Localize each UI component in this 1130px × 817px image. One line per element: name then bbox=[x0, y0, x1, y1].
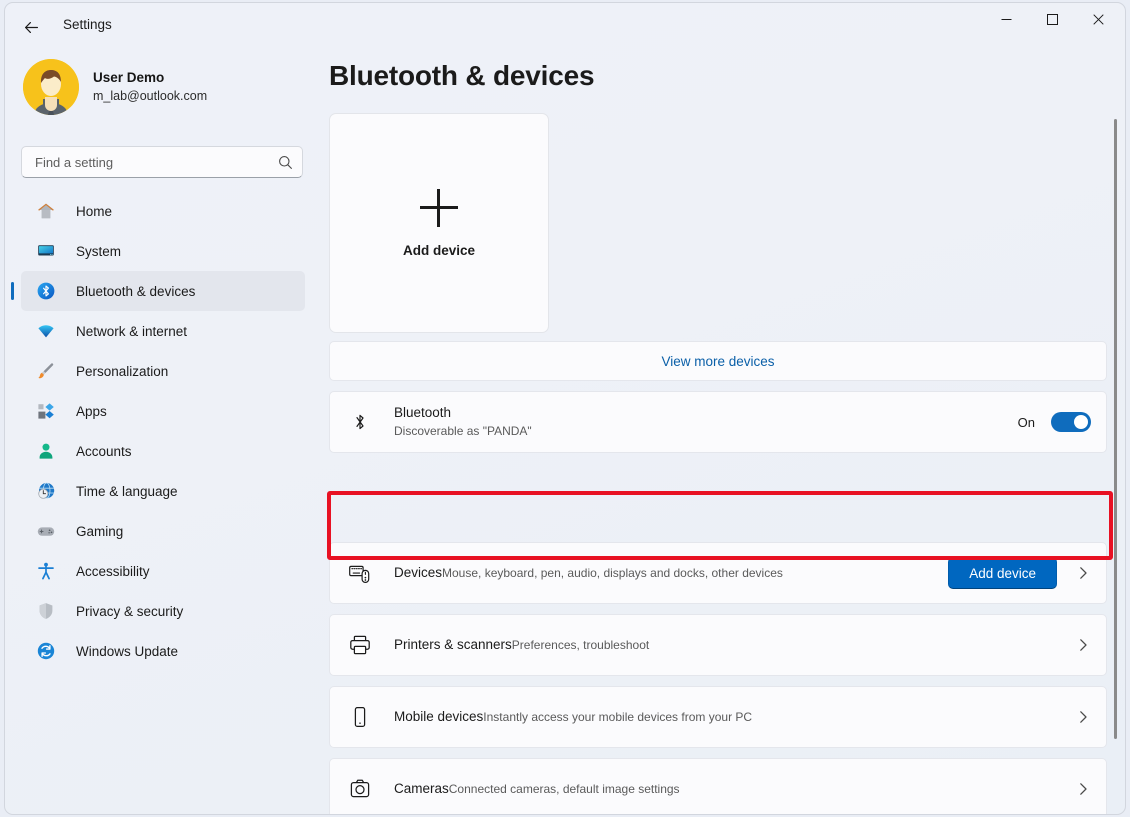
search-box[interactable] bbox=[21, 146, 303, 178]
sidebar-item-label: Personalization bbox=[76, 364, 168, 379]
row-actions bbox=[1073, 709, 1091, 725]
printer-icon bbox=[348, 633, 372, 657]
row-devices[interactable]: DevicesMouse, keyboard, pen, audio, disp… bbox=[329, 542, 1107, 604]
row-actions bbox=[1073, 637, 1091, 653]
view-more-devices-label: View more devices bbox=[661, 354, 774, 369]
bluetooth-row-subtitle: Discoverable as "PANDA" bbox=[394, 423, 1018, 440]
profile-email: m_lab@outlook.com bbox=[93, 87, 207, 105]
account-icon bbox=[36, 441, 56, 461]
sidebar-item-label: Gaming bbox=[76, 524, 123, 539]
back-button[interactable] bbox=[13, 11, 49, 43]
row-subtitle: Connected cameras, default image setting… bbox=[449, 782, 680, 796]
bluetooth-toggle[interactable] bbox=[1051, 412, 1091, 432]
sidebar-item-windows-update[interactable]: Windows Update bbox=[21, 631, 305, 671]
sidebar-item-label: Apps bbox=[76, 404, 107, 419]
row-title: Printers & scanners bbox=[394, 637, 512, 652]
sidebar-item-label: System bbox=[76, 244, 121, 259]
wifi-icon bbox=[36, 321, 56, 341]
minimize-icon bbox=[1001, 14, 1012, 25]
keyboard-mouse-icon bbox=[348, 561, 372, 585]
profile-name: User Demo bbox=[93, 69, 207, 87]
sidebar-item-label: Accessibility bbox=[76, 564, 150, 579]
sidebar-item-label: Accounts bbox=[76, 444, 132, 459]
main-scrollbar[interactable] bbox=[1109, 51, 1123, 812]
home-icon bbox=[36, 201, 56, 221]
page-title: Bluetooth & devices bbox=[329, 60, 594, 92]
maximize-button[interactable] bbox=[1029, 3, 1075, 35]
accessibility-icon bbox=[36, 561, 56, 581]
bluetooth-toggle-state: On bbox=[1018, 415, 1035, 430]
row-title: Devices bbox=[394, 565, 442, 580]
apps-icon bbox=[36, 401, 56, 421]
phone-icon bbox=[348, 705, 372, 729]
row-title: Cameras bbox=[394, 781, 449, 796]
paintbrush-icon bbox=[36, 361, 56, 381]
row-mobile-devices[interactable]: Mobile devicesInstantly access your mobi… bbox=[329, 686, 1107, 748]
sidebar-item-label: Bluetooth & devices bbox=[76, 284, 195, 299]
row-actions: Add device bbox=[948, 557, 1091, 589]
chevron-right-icon bbox=[1075, 781, 1091, 797]
bluetooth-icon bbox=[36, 281, 56, 301]
plus-icon bbox=[420, 189, 458, 227]
bluetooth-row[interactable]: Bluetooth Discoverable as "PANDA" On bbox=[329, 391, 1107, 453]
shield-icon bbox=[36, 601, 56, 621]
bluetooth-icon bbox=[348, 410, 372, 434]
avatar bbox=[23, 59, 79, 115]
add-device-card[interactable]: Add device bbox=[329, 113, 549, 333]
add-device-card-label: Add device bbox=[403, 243, 475, 258]
sidebar-item-apps[interactable]: Apps bbox=[21, 391, 305, 431]
sidebar-item-label: Privacy & security bbox=[76, 604, 183, 619]
search-input[interactable] bbox=[35, 155, 278, 170]
sidebar-item-label: Time & language bbox=[76, 484, 178, 499]
sidebar: User Demo m_lab@outlook.com Home System Bl… bbox=[5, 51, 321, 814]
update-icon bbox=[36, 641, 56, 661]
avatar-person-icon bbox=[23, 59, 79, 115]
sidebar-item-network-internet[interactable]: Network & internet bbox=[21, 311, 305, 351]
close-button[interactable] bbox=[1075, 3, 1121, 35]
sidebar-item-accounts[interactable]: Accounts bbox=[21, 431, 305, 471]
maximize-icon bbox=[1047, 14, 1058, 25]
row-subtitle: Preferences, troubleshoot bbox=[512, 638, 649, 652]
title-bar: Settings bbox=[5, 3, 1125, 51]
sidebar-nav: Home System Bluetooth & devices Network & i… bbox=[21, 191, 305, 671]
sidebar-item-personalization[interactable]: Personalization bbox=[21, 351, 305, 391]
sidebar-item-system[interactable]: System bbox=[21, 231, 305, 271]
sidebar-item-accessibility[interactable]: Accessibility bbox=[21, 551, 305, 591]
sidebar-item-privacy-security[interactable]: Privacy & security bbox=[21, 591, 305, 631]
chevron-right-icon bbox=[1075, 709, 1091, 725]
bluetooth-row-title: Bluetooth bbox=[394, 404, 1018, 422]
close-icon bbox=[1093, 14, 1104, 25]
sidebar-item-bluetooth-devices[interactable]: Bluetooth & devices bbox=[21, 271, 305, 311]
profile-block[interactable]: User Demo m_lab@outlook.com bbox=[23, 59, 207, 115]
chevron-right-icon bbox=[1075, 637, 1091, 653]
sidebar-item-home[interactable]: Home bbox=[21, 191, 305, 231]
sidebar-item-label: Home bbox=[76, 204, 112, 219]
chevron-right-icon bbox=[1075, 565, 1091, 581]
view-more-devices-link[interactable]: View more devices bbox=[329, 341, 1107, 381]
scrollbar-thumb[interactable] bbox=[1114, 119, 1117, 739]
sidebar-item-label: Network & internet bbox=[76, 324, 187, 339]
camera-icon bbox=[348, 777, 372, 801]
add-device-button[interactable]: Add device bbox=[948, 557, 1057, 589]
row-title: Mobile devices bbox=[394, 709, 483, 724]
window-title: Settings bbox=[63, 17, 112, 32]
system-icon bbox=[36, 241, 56, 261]
row-cameras[interactable]: CamerasConnected cameras, default image … bbox=[329, 758, 1107, 814]
search-icon bbox=[278, 155, 293, 170]
back-arrow-icon bbox=[23, 19, 40, 36]
settings-window: Settings bbox=[4, 2, 1126, 815]
main-content: Bluetooth & devices Add device View more… bbox=[321, 51, 1125, 814]
sidebar-item-label: Windows Update bbox=[76, 644, 178, 659]
sidebar-item-gaming[interactable]: Gaming bbox=[21, 511, 305, 551]
gamepad-icon bbox=[36, 521, 56, 541]
row-subtitle: Instantly access your mobile devices fro… bbox=[483, 710, 752, 724]
row-printers-scanners[interactable]: Printers & scannersPreferences, troubles… bbox=[329, 614, 1107, 676]
row-actions bbox=[1073, 781, 1091, 797]
clock-globe-icon bbox=[36, 481, 56, 501]
minimize-button[interactable] bbox=[983, 3, 1029, 35]
row-subtitle: Mouse, keyboard, pen, audio, displays an… bbox=[442, 566, 783, 580]
sidebar-item-time-language[interactable]: Time & language bbox=[21, 471, 305, 511]
